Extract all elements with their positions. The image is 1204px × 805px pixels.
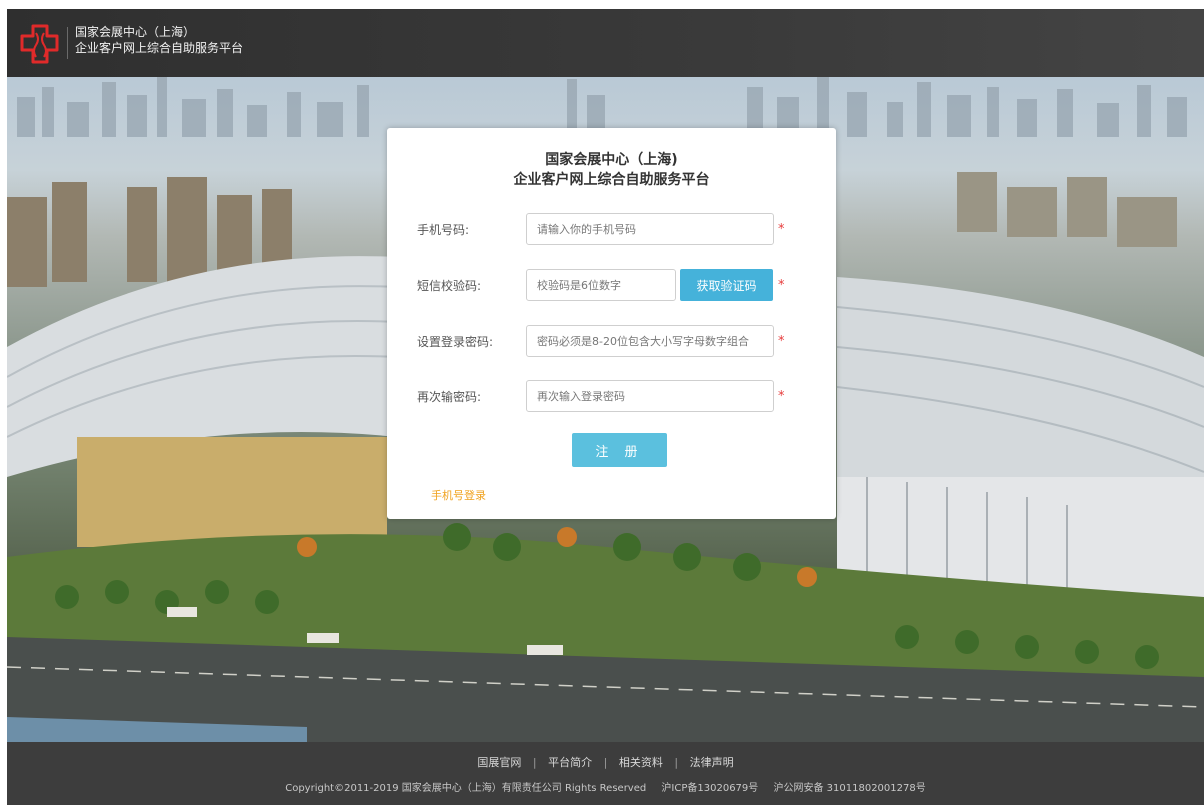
header-title-line1: 国家会展中心（上海） [75, 25, 196, 39]
footer-link-official-site[interactable]: 国展官网 [477, 756, 521, 769]
phone-row: 手机号码: * [387, 213, 836, 245]
center-logo-icon [20, 24, 59, 64]
password-label: 设置登录密码: [417, 335, 494, 349]
sms-label: 短信校验码: [417, 279, 482, 293]
register-button[interactable]: 注 册 [572, 433, 667, 467]
top-header: 国家会展中心（上海） 企业客户网上综合自助服务平台 [7, 9, 1204, 77]
header-title-line2: 企业客户网上综合自助服务平台 [75, 41, 244, 55]
password-row: 设置登录密码: * [387, 325, 836, 357]
footer-link-legal[interactable]: 法律声明 [690, 756, 734, 769]
confirm-row: 再次输密码: * [387, 380, 836, 412]
copyright-text: Copyright©2011-2019 国家会展中心（上海）有限责任公司 Rig… [285, 783, 647, 794]
confirm-password-label: 再次输密码: [417, 390, 482, 404]
password-required-star: * [778, 334, 785, 349]
footer-separator: | [603, 756, 608, 769]
register-card: 国家会展中心（上海) 企业客户网上综合自助服务平台 手机号码: * 短信校验码:… [387, 128, 836, 519]
police-record-number: 沪公网安备 31011802001278号 [773, 783, 926, 794]
card-title-line1: 国家会展中心（上海) [545, 152, 678, 168]
phone-label: 手机号码: [417, 223, 470, 237]
sms-row: 短信校验码: 获取验证码 * [387, 269, 836, 301]
footer-link-platform-intro[interactable]: 平台简介 [548, 756, 592, 769]
card-title: 国家会展中心（上海) 企业客户网上综合自助服务平台 [387, 150, 836, 190]
footer-link-resources[interactable]: 相关资料 [619, 756, 663, 769]
confirm-password-input[interactable] [526, 380, 774, 412]
sms-required-star: * [778, 278, 785, 293]
footer-separator: | [532, 756, 537, 769]
phone-input[interactable] [526, 213, 774, 245]
sms-code-input[interactable] [526, 269, 676, 301]
footer-copyright: Copyright©2011-2019 国家会展中心（上海）有限责任公司 Rig… [7, 779, 1204, 794]
card-title-line2: 企业客户网上综合自助服务平台 [513, 172, 710, 188]
footer-separator: | [674, 756, 679, 769]
password-input[interactable] [526, 325, 774, 357]
icp-number: 沪ICP备13020679号 [661, 783, 759, 794]
logo-divider [67, 27, 68, 59]
footer-links: 国展官网 | 平台简介 | 相关资料 | 法律声明 [7, 754, 1204, 770]
phone-login-link[interactable]: 手机号登录 [431, 487, 486, 503]
get-sms-code-button[interactable]: 获取验证码 [680, 269, 773, 301]
header-title: 国家会展中心（上海） 企业客户网上综合自助服务平台 [75, 24, 243, 56]
page-footer: 国展官网 | 平台简介 | 相关资料 | 法律声明 Copyright©2011… [7, 742, 1204, 805]
confirm-required-star: * [778, 389, 785, 404]
phone-required-star: * [778, 222, 785, 237]
